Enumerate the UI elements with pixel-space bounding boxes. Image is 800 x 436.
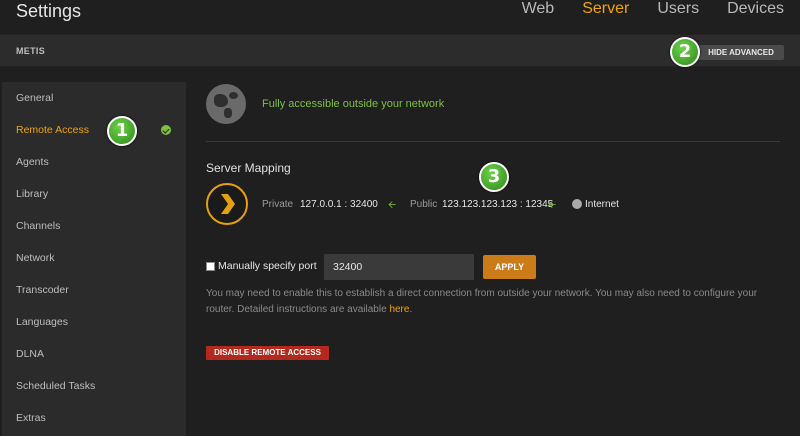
top-nav: Web Server Users Devices: [522, 0, 784, 18]
sidebar-item-label: Remote Access: [16, 124, 89, 136]
private-label: Private: [262, 199, 294, 210]
sidebar-item-remote-access[interactable]: Remote Access: [2, 114, 186, 146]
sidebar-item-languages[interactable]: Languages: [2, 306, 186, 338]
server-mapping-title: Server Mapping: [206, 161, 291, 175]
public-value: 123.123.123.123 : 12345: [442, 199, 554, 210]
settings-sidebar: General Remote Access Agents Library Cha…: [2, 82, 186, 436]
callout-3: 3: [479, 162, 509, 192]
divider: [206, 141, 780, 142]
nav-users[interactable]: Users: [657, 0, 699, 18]
plex-icon: [206, 183, 248, 225]
help-text: You may need to enable this to establish…: [206, 288, 758, 315]
internet-label: Internet: [585, 199, 619, 210]
manual-port-label: Manually specify port: [218, 260, 317, 272]
sidebar-item-library[interactable]: Library: [2, 178, 186, 210]
app-title: Settings: [16, 1, 82, 21]
globe-icon: [206, 84, 246, 124]
help-link[interactable]: here: [389, 304, 409, 315]
public-label: Public: [410, 199, 438, 210]
nav-web[interactable]: Web: [522, 0, 555, 18]
sidebar-item-channels[interactable]: Channels: [2, 210, 186, 242]
callout-1: 1: [107, 116, 137, 146]
nav-server[interactable]: Server: [582, 0, 629, 18]
manual-port-checkbox[interactable]: [206, 262, 215, 271]
sidebar-item-scheduled-tasks[interactable]: Scheduled Tasks: [2, 370, 186, 402]
arrow-left-icon: 🡨: [548, 200, 557, 211]
sidebar-item-extras[interactable]: Extras: [2, 402, 186, 434]
nav-devices[interactable]: Devices: [727, 0, 784, 18]
hide-advanced-button[interactable]: HIDE ADVANCED: [698, 45, 784, 60]
main-panel: Fully accessible outside your network Se…: [186, 67, 800, 436]
server-name: METIS: [16, 46, 46, 56]
top-bar: Settings Web Server Users Devices: [0, 0, 800, 34]
apply-button[interactable]: APPLY: [483, 255, 536, 279]
callout-2: 2: [670, 37, 700, 67]
disable-remote-access-button[interactable]: DISABLE REMOTE ACCESS: [206, 346, 329, 360]
sidebar-item-dlna[interactable]: DLNA: [2, 338, 186, 370]
sidebar-item-transcoder[interactable]: Transcoder: [2, 274, 186, 306]
sidebar-item-network[interactable]: Network: [2, 242, 186, 274]
arrow-left-icon: 🡨: [388, 200, 397, 211]
status-text: Fully accessible outside your network: [262, 98, 445, 110]
globe-small-icon: [572, 199, 582, 209]
check-icon: [161, 125, 171, 135]
port-input[interactable]: [324, 254, 474, 280]
sidebar-item-general[interactable]: General: [2, 82, 186, 114]
sidebar-item-agents[interactable]: Agents: [2, 146, 186, 178]
private-value: 127.0.0.1 : 32400: [300, 199, 378, 210]
